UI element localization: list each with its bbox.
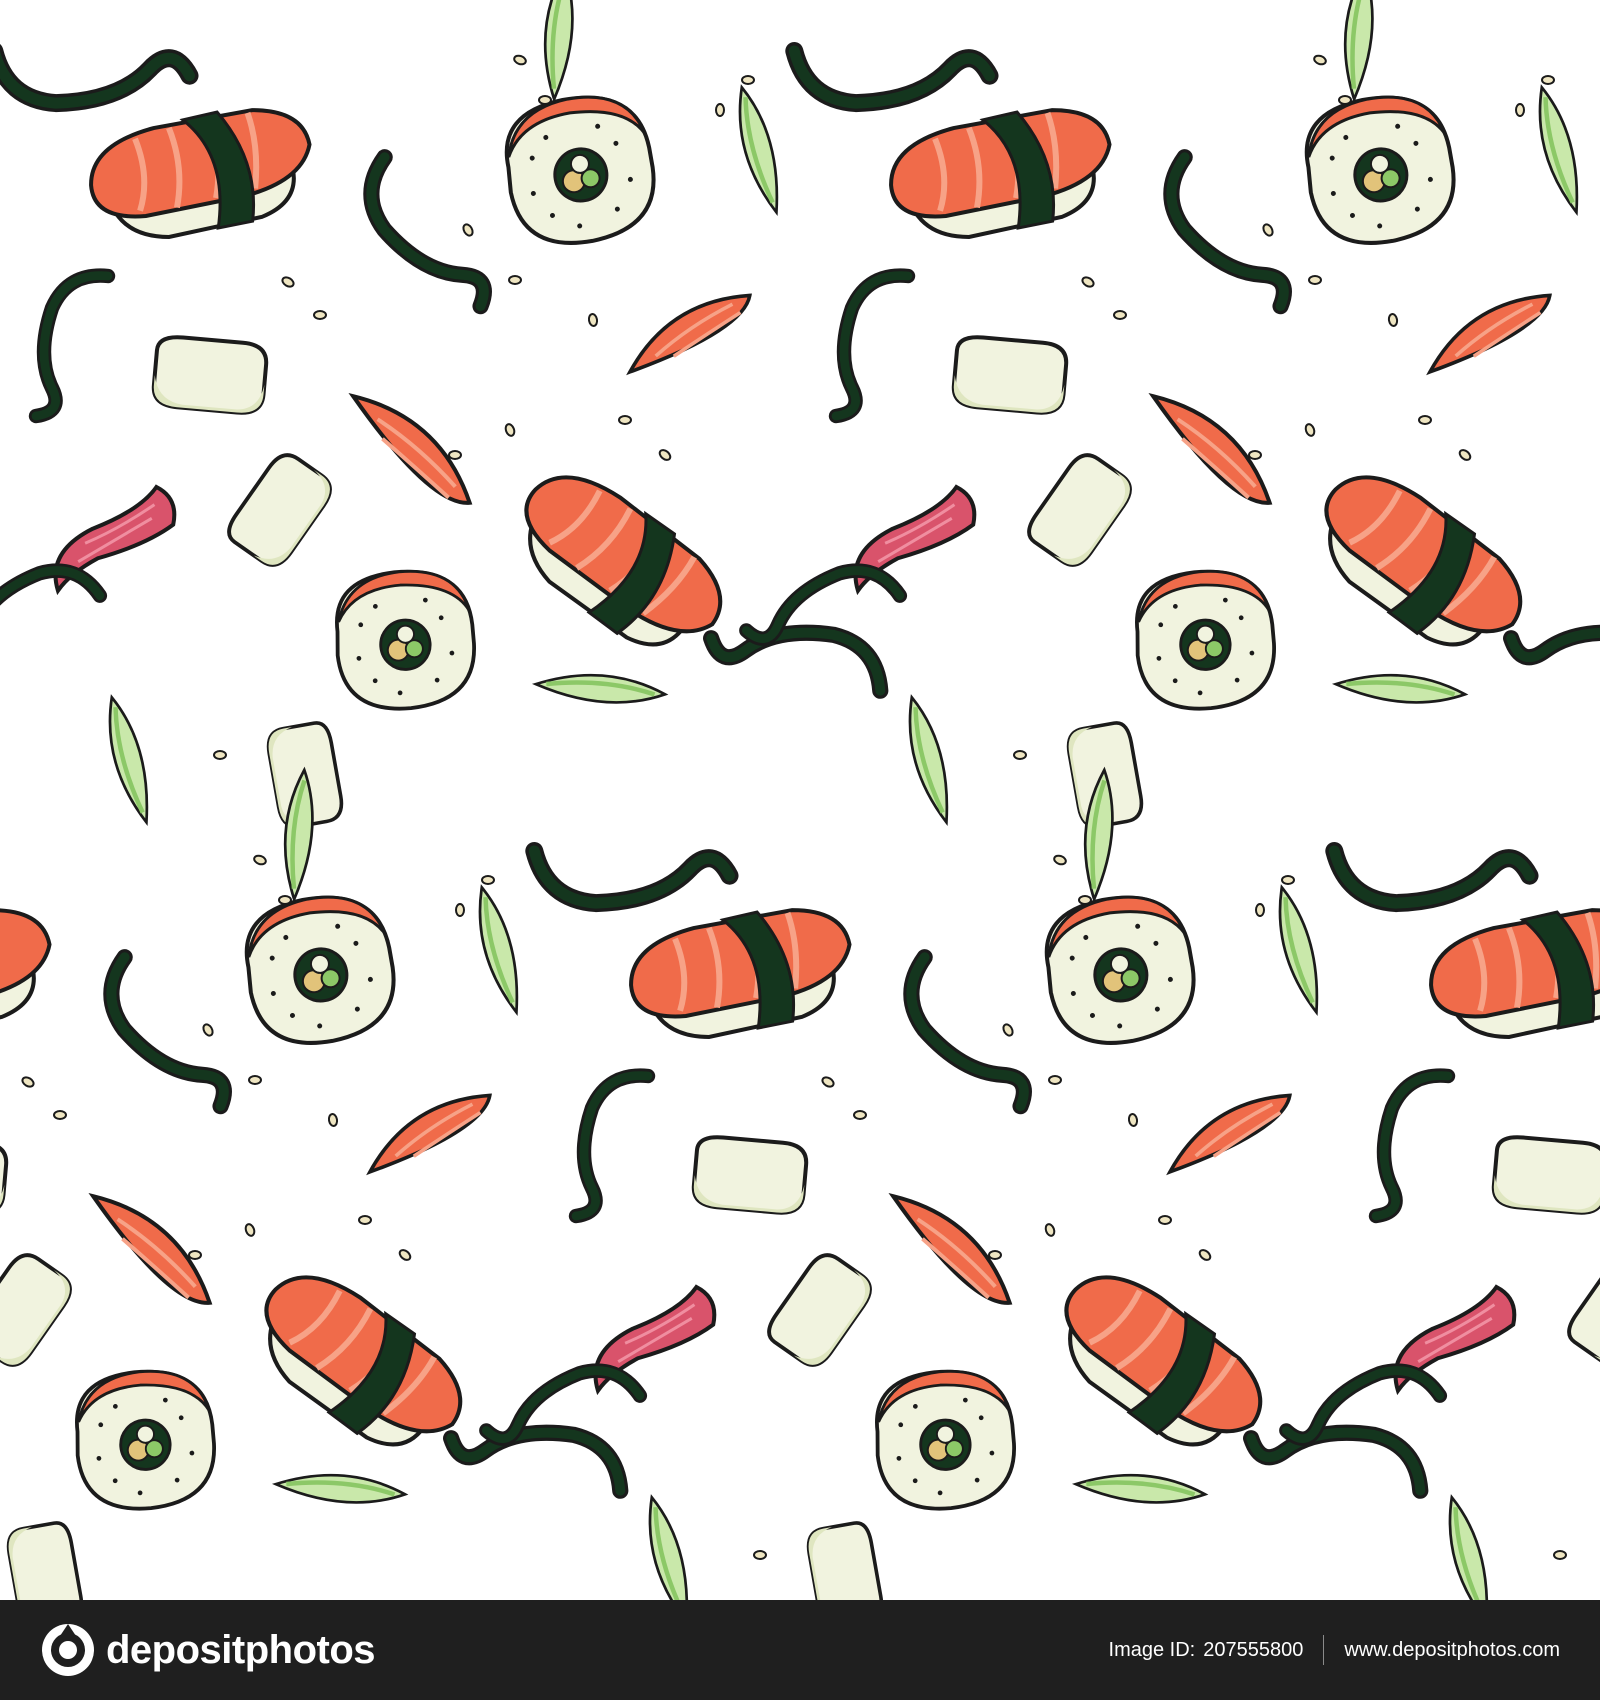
- site-url[interactable]: www.depositphotos.com: [1344, 1639, 1560, 1662]
- depositphotos-logo: depositphotos: [40, 1622, 376, 1678]
- logo-text: depositphotos: [106, 1627, 376, 1672]
- sushi-pattern-canvas: [0, 0, 1600, 1600]
- sushi-pattern: [0, 0, 1600, 1600]
- footer-divider: [1323, 1635, 1325, 1665]
- image-meta: Image ID: 207555800 www.depositphotos.co…: [1109, 1635, 1560, 1665]
- camera-aperture-icon: [42, 1624, 94, 1676]
- image-id-label: Image ID:: [1108, 1638, 1196, 1661]
- watermark-footer: depositphotos Image ID: 207555800 www.de…: [0, 1600, 1600, 1700]
- image-id-value: 207555800: [1203, 1638, 1304, 1661]
